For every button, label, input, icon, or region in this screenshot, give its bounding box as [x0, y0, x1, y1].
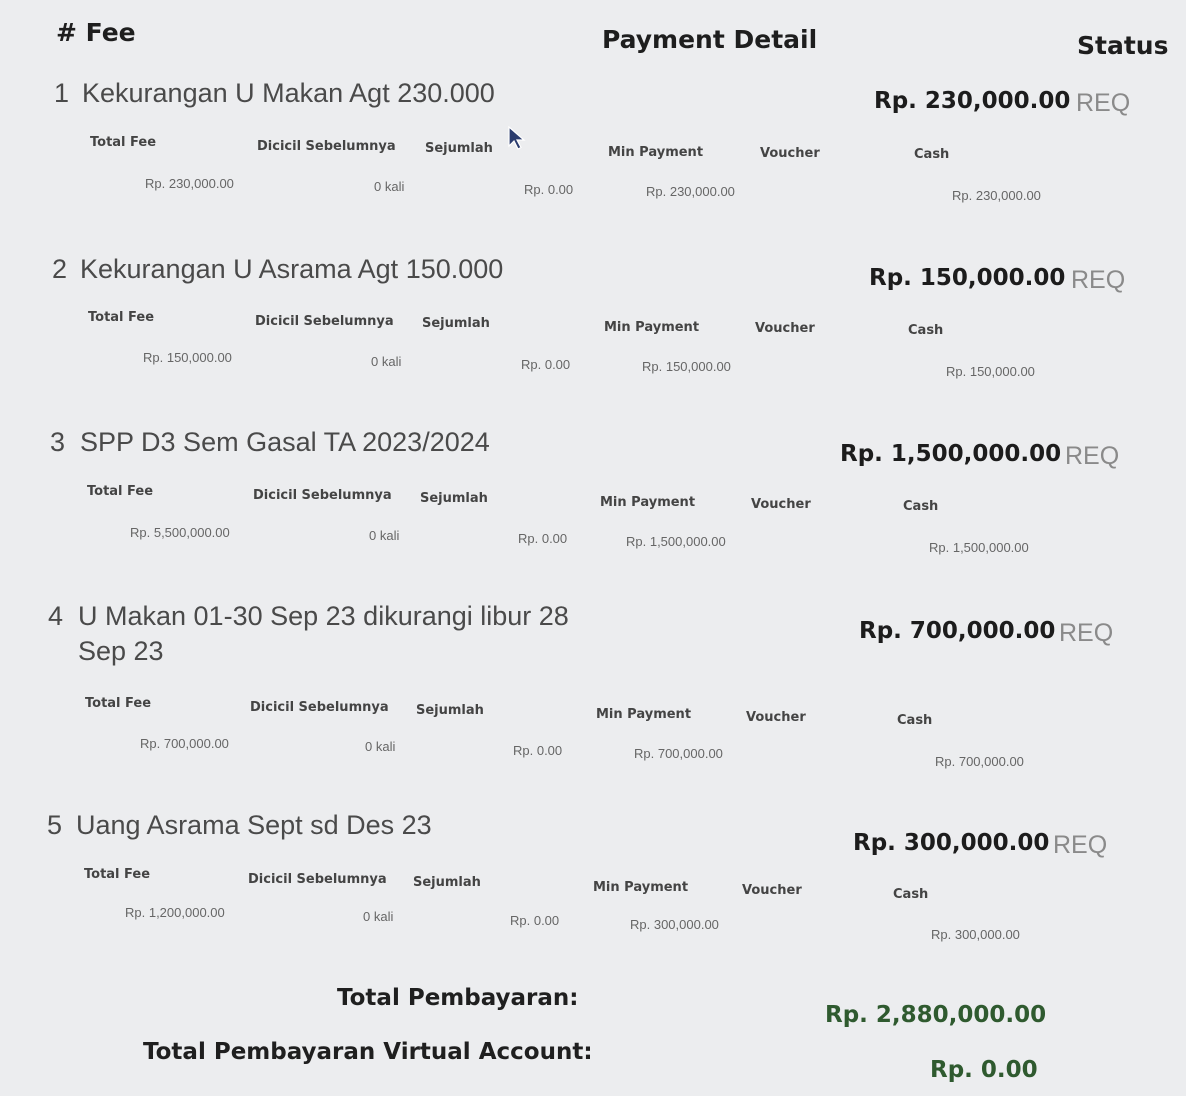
status-badge: REQ: [1053, 831, 1108, 859]
min-payment-label: Min Payment: [596, 707, 692, 722]
fee-title: U Makan 01-30 Sep 23 dikurangi libur 28: [78, 601, 569, 631]
sejumlah-value: Rp. 0.00: [524, 182, 574, 197]
virtual-account-total-label: Total Pembayaran Virtual Account:: [143, 1039, 593, 1065]
fee-amount: Rp. 300,000.00: [853, 830, 1050, 856]
fee-number: 4: [48, 601, 64, 631]
sejumlah-label: Sejumlah: [413, 875, 481, 890]
cash-label: Cash: [914, 147, 950, 162]
dicicil-value: 0 kali: [365, 739, 396, 754]
fee-title: Uang Asrama Sept sd Des 23: [76, 810, 432, 840]
fee-amount: Rp. 700,000.00: [859, 618, 1056, 644]
min-payment-value: Rp. 300,000.00: [630, 917, 719, 932]
min-payment-label: Min Payment: [600, 495, 696, 510]
sejumlah-label: Sejumlah: [425, 141, 493, 156]
fee-title: Kekurangan U Asrama Agt 150.000: [80, 254, 504, 284]
sejumlah-value: Rp. 0.00: [518, 531, 568, 546]
min-payment-value: Rp. 150,000.00: [642, 359, 731, 374]
sejumlah-label: Sejumlah: [422, 316, 490, 331]
sejumlah-label: Sejumlah: [416, 703, 484, 718]
sejumlah-value: Rp. 0.00: [521, 357, 571, 372]
payment-detail-header: Payment Detail: [602, 25, 818, 54]
min-payment-label: Min Payment: [604, 320, 700, 335]
voucher-label: Voucher: [742, 883, 802, 898]
min-payment-value: Rp. 230,000.00: [646, 184, 735, 199]
min-payment-value: Rp. 1,500,000.00: [626, 534, 726, 549]
voucher-label: Voucher: [760, 146, 820, 161]
dicicil-label: Dicicil Sebelumnya: [257, 139, 396, 154]
dicicil-label: Dicicil Sebelumnya: [255, 314, 394, 329]
virtual-account-total-value: Rp. 0.00: [930, 1057, 1038, 1083]
voucher-label: Voucher: [751, 497, 811, 512]
fee-amount: Rp. 1,500,000.00: [840, 441, 1062, 467]
sejumlah-value: Rp. 0.00: [513, 743, 563, 758]
total-fee-value: Rp. 1,200,000.00: [125, 905, 225, 920]
cash-value: Rp. 230,000.00: [952, 188, 1041, 203]
total-fee-label: Total Fee: [85, 696, 152, 711]
cash-label: Cash: [908, 323, 944, 338]
fee-column-header: # Fee: [56, 18, 136, 47]
fee-title-continued: Sep 23: [78, 636, 164, 666]
total-fee-value: Rp. 150,000.00: [143, 350, 232, 365]
fee-number: 3: [50, 427, 66, 457]
fee-number: 1: [54, 78, 70, 108]
total-fee-label: Total Fee: [84, 867, 151, 882]
status-badge: REQ: [1071, 266, 1126, 294]
dicicil-label: Dicicil Sebelumnya: [253, 488, 392, 503]
dicicil-label: Dicicil Sebelumnya: [248, 872, 387, 887]
cash-value: Rp. 700,000.00: [935, 754, 1024, 769]
cash-value: Rp. 1,500,000.00: [929, 540, 1029, 555]
total-payment-label: Total Pembayaran:: [337, 985, 579, 1011]
min-payment-label: Min Payment: [593, 880, 689, 895]
total-fee-value: Rp. 230,000.00: [145, 176, 234, 191]
min-payment-value: Rp. 700,000.00: [634, 746, 723, 761]
dicicil-label: Dicicil Sebelumnya: [250, 700, 389, 715]
sejumlah-label: Sejumlah: [420, 491, 488, 506]
dicicil-value: 0 kali: [371, 354, 402, 369]
cash-label: Cash: [903, 499, 939, 514]
min-payment-label: Min Payment: [608, 145, 704, 160]
status-column-header: Status: [1077, 31, 1169, 60]
total-fee-label: Total Fee: [87, 484, 154, 499]
dicicil-value: 0 kali: [369, 528, 400, 543]
voucher-label: Voucher: [746, 710, 806, 725]
fee-title: Kekurangan U Makan Agt 230.000: [82, 78, 495, 108]
fee-amount: Rp. 150,000.00: [869, 265, 1066, 291]
fee-amount: Rp. 230,000.00: [874, 88, 1071, 114]
voucher-label: Voucher: [755, 321, 815, 336]
total-fee-label: Total Fee: [90, 135, 157, 150]
cash-label: Cash: [893, 887, 929, 902]
mouse-pointer-icon: [508, 125, 526, 155]
sejumlah-value: Rp. 0.00: [510, 913, 560, 928]
status-badge: REQ: [1076, 89, 1131, 117]
dicicil-value: 0 kali: [363, 909, 394, 924]
total-fee-value: Rp. 700,000.00: [140, 736, 229, 751]
cash-label: Cash: [897, 713, 933, 728]
cash-value: Rp. 150,000.00: [946, 364, 1035, 379]
total-payment-value: Rp. 2,880,000.00: [825, 1002, 1047, 1028]
fee-title: SPP D3 Sem Gasal TA 2023/2024: [80, 427, 490, 457]
total-fee-value: Rp. 5,500,000.00: [130, 525, 230, 540]
status-badge: REQ: [1065, 442, 1120, 470]
cash-value: Rp. 300,000.00: [931, 927, 1020, 942]
status-badge: REQ: [1059, 619, 1114, 647]
fee-number: 5: [47, 810, 63, 840]
dicicil-value: 0 kali: [374, 179, 405, 194]
fee-number: 2: [52, 254, 68, 284]
total-fee-label: Total Fee: [88, 310, 155, 325]
